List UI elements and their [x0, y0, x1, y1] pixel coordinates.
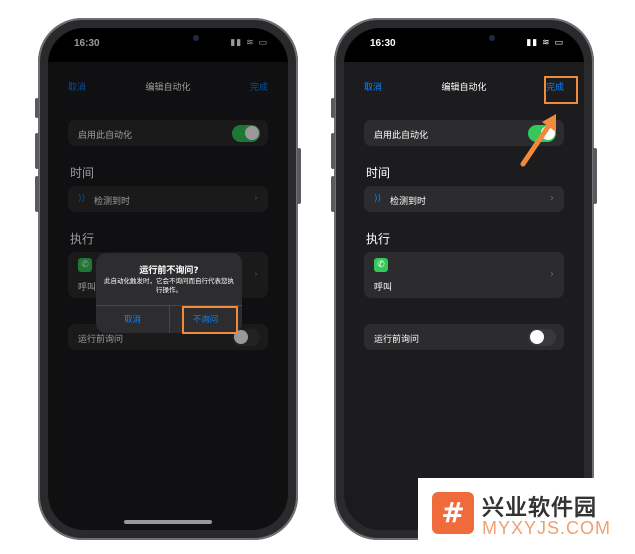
power-button	[297, 148, 301, 204]
volume-up-button	[35, 133, 39, 169]
phone-left: 16:30 ▮▮ ≋ ▭ 取消 编辑自动化 完成 启用此自动化 时间 )) 检测…	[35, 18, 301, 540]
volume-up-button	[331, 133, 335, 169]
phone-call-icon: ✆	[374, 258, 388, 272]
enable-automation-label: 启用此自动化	[374, 131, 429, 141]
section-time-heading: 时间	[366, 166, 391, 180]
ask-before-run-toggle[interactable]	[528, 328, 556, 346]
dialog-cancel-button[interactable]: 取消	[96, 313, 169, 325]
dialog-message: 此自动化触发时，它会不询问而自行代表您执行操作。	[104, 277, 234, 294]
status-time: 16:30	[370, 38, 396, 49]
highlight-box-done	[544, 76, 578, 104]
volume-down-button	[331, 176, 335, 212]
watermark-logo-mark: #	[441, 496, 465, 529]
chevron-right-icon: ›	[550, 269, 554, 280]
pointer-arrow-icon	[520, 114, 556, 167]
mute-switch	[35, 98, 39, 118]
status-icons: ▮▮ ≋ ▭	[526, 38, 564, 48]
screen-left: 16:30 ▮▮ ≋ ▭ 取消 编辑自动化 完成 启用此自动化 时间 )) 检测…	[48, 28, 288, 530]
camera-icon	[489, 35, 495, 41]
page-title: 编辑自动化	[441, 83, 487, 93]
screen-right: 16:30 ▮▮ ≋ ▭ 取消 编辑自动化 完成 启用此自动化 时间 )) 检测…	[344, 28, 584, 530]
highlight-box-dont-ask	[182, 306, 238, 334]
trigger-row[interactable]: )) 检测到时 ›	[364, 186, 564, 212]
watermark: # 兴业软件园 MYXYJS.COM	[418, 478, 635, 554]
ask-before-run-label: 运行前询问	[374, 335, 420, 345]
dialog-title: 运行前不询问?	[139, 266, 199, 276]
nfc-icon: ))	[374, 194, 382, 204]
ask-before-run-row: 运行前询问	[364, 324, 564, 350]
action-row[interactable]: ✆ 呼叫 ›	[364, 252, 564, 298]
section-do-heading: 执行	[366, 232, 391, 246]
toggle-knob	[529, 330, 544, 344]
power-button	[593, 148, 597, 204]
notch	[105, 28, 231, 50]
notch	[401, 28, 527, 50]
trigger-label: 检测到时	[390, 197, 427, 207]
chevron-right-icon: ›	[550, 193, 554, 204]
watermark-url: MYXYJS.COM	[482, 518, 612, 538]
watermark-logo: #	[432, 492, 474, 534]
action-label: 呼叫	[374, 283, 393, 293]
volume-down-button	[35, 176, 39, 212]
nav-bar: 取消 编辑自动化 完成	[354, 68, 574, 102]
phone-right: 16:30 ▮▮ ≋ ▭ 取消 编辑自动化 完成 启用此自动化 时间 )) 检测…	[331, 18, 597, 540]
camera-icon	[193, 35, 199, 41]
mute-switch	[331, 98, 335, 118]
